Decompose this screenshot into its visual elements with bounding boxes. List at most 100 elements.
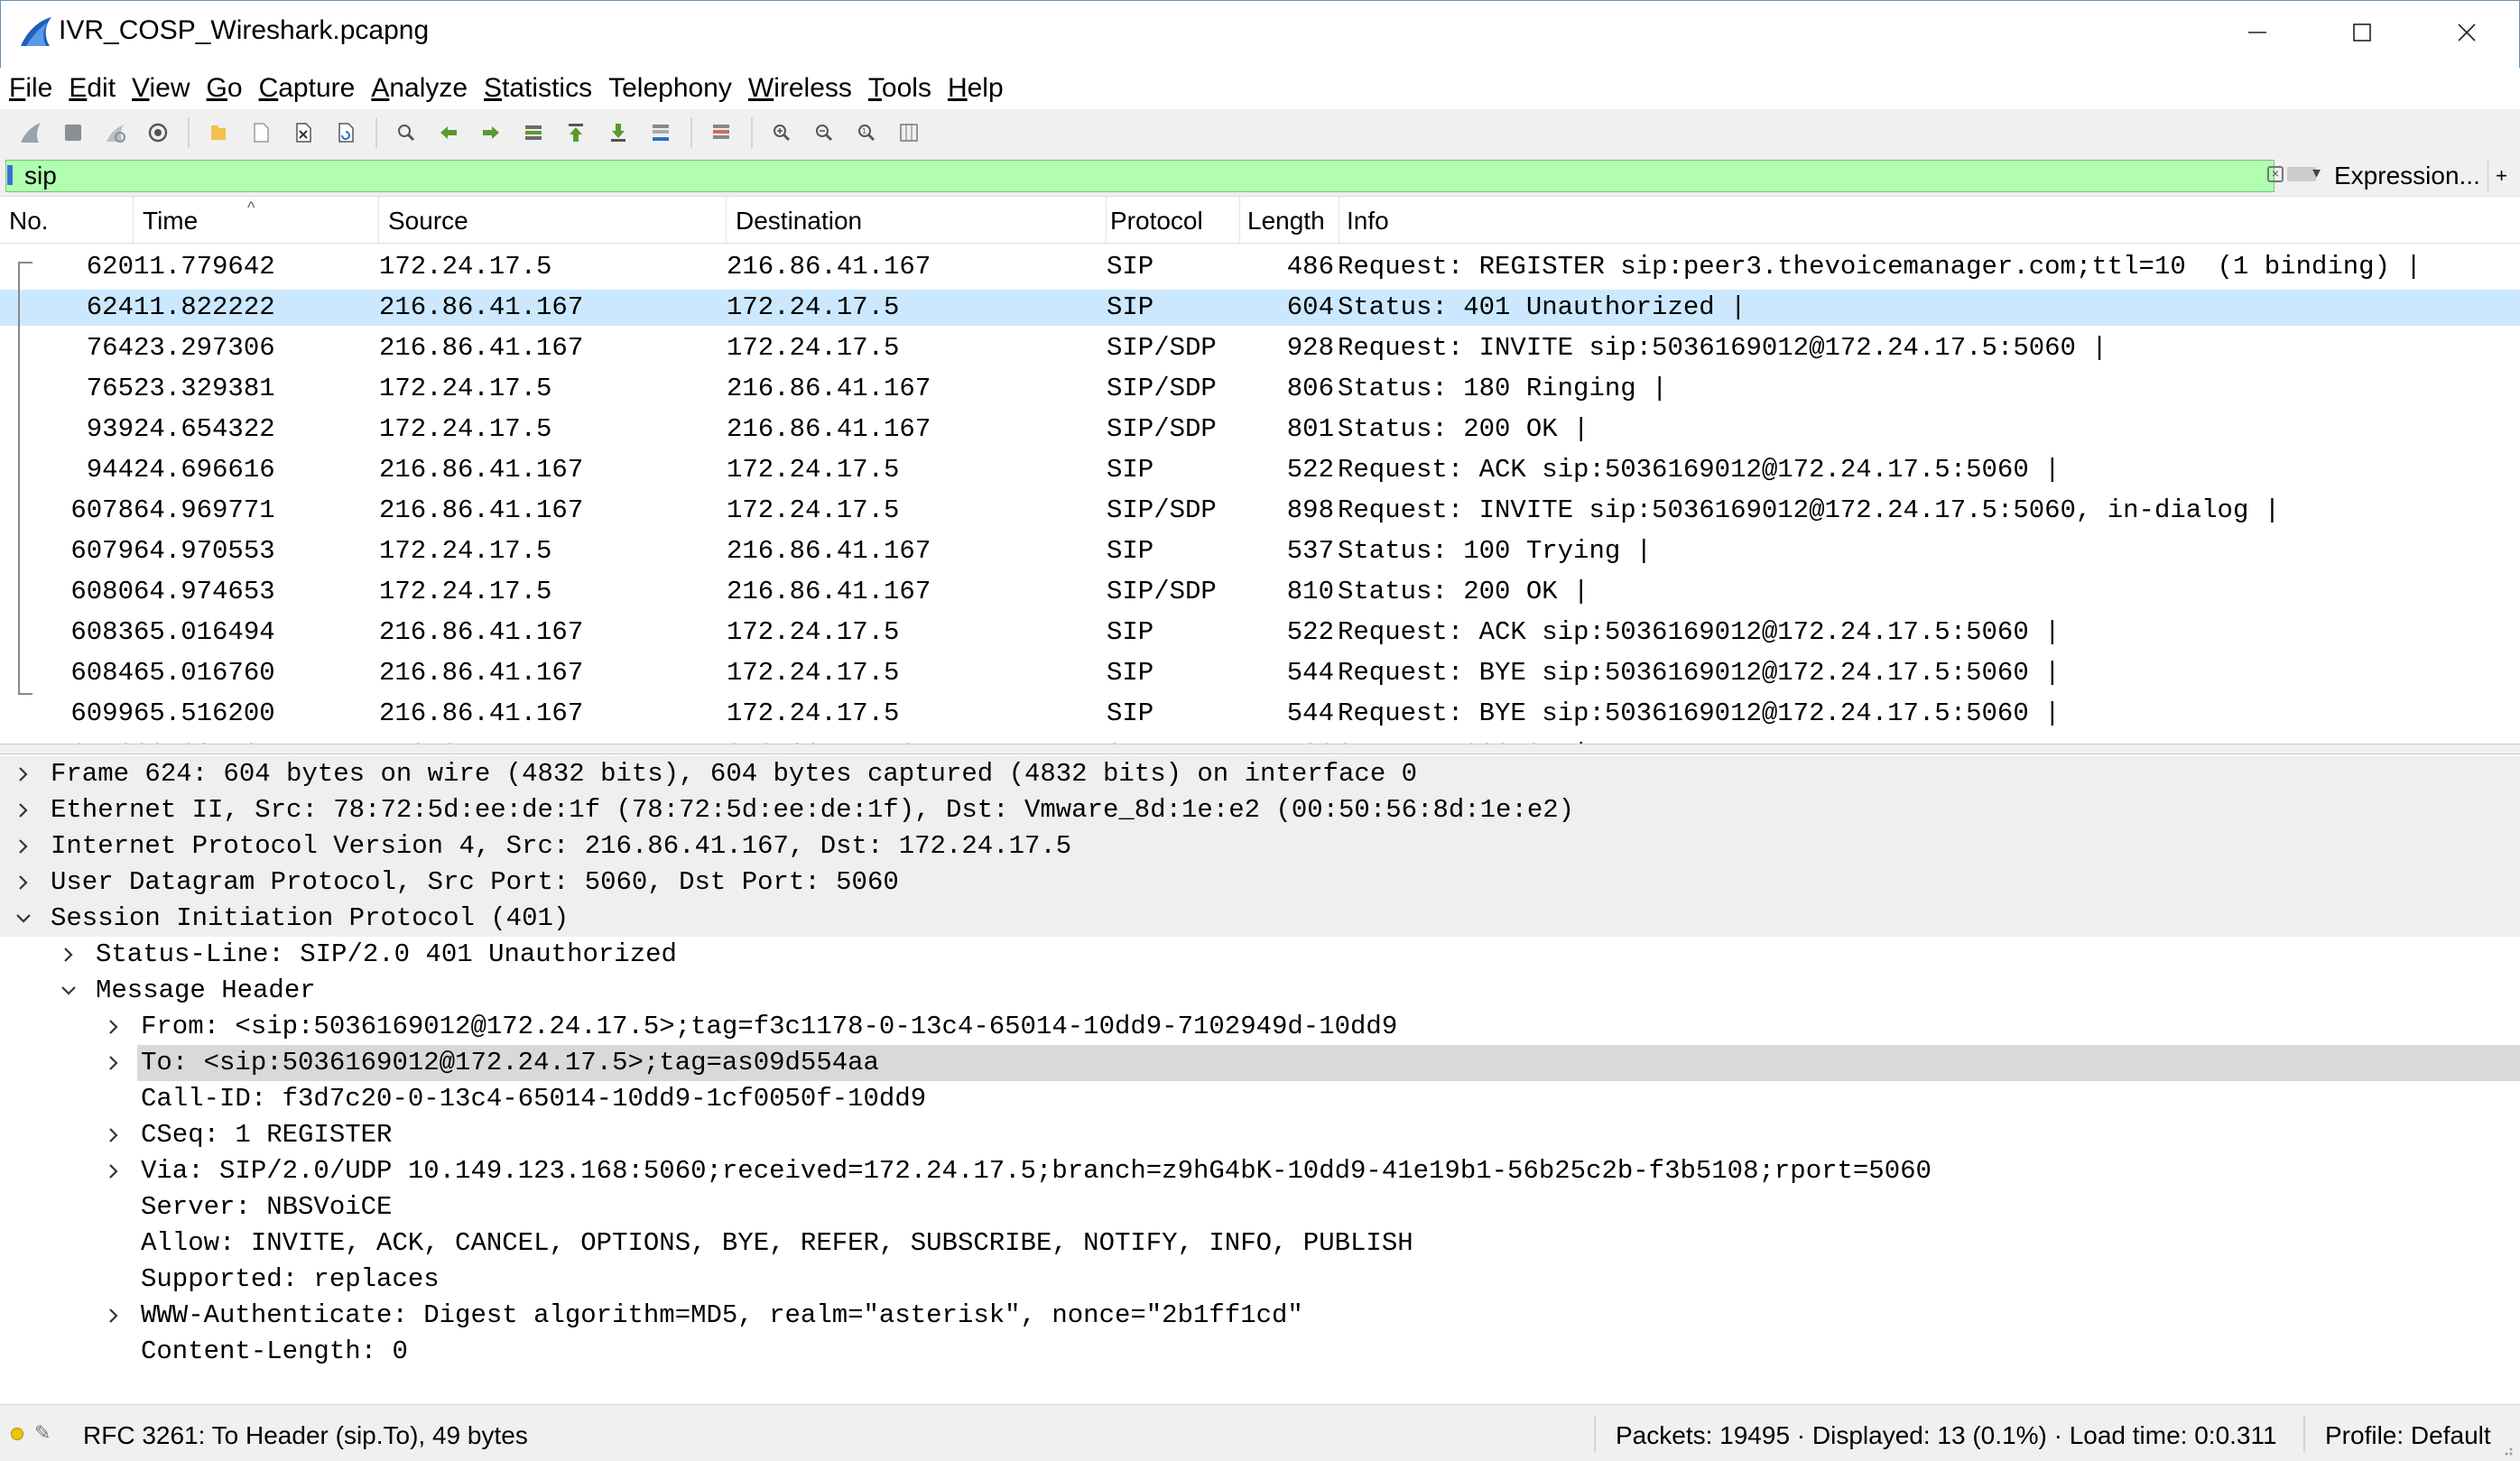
menu-tools[interactable]: Tools (868, 73, 931, 104)
save-file-button[interactable] (243, 115, 279, 151)
tree-node[interactable]: Supported: replaces (0, 1262, 2520, 1298)
profile-switcher[interactable]: Profile: Default (2325, 1421, 2491, 1450)
packet-row[interactable]: 764 23.297306 216.86.41.167 172.24.17.5 SIP/… (0, 330, 2520, 366)
packet-row[interactable]: 620 11.779642 172.24.17.5 216.86.41.167 SIP 4… (0, 249, 2520, 285)
chevron-right-icon[interactable] (105, 1054, 123, 1072)
menu-go[interactable]: Go (207, 73, 243, 104)
packet-row[interactable]: 6083 65.016494 216.86.41.167 172.24.17.5 SIP… (0, 615, 2520, 651)
zoom-normal-button[interactable]: 1 (848, 115, 885, 151)
pane-splitter[interactable] (0, 744, 2520, 754)
column-header-protocol[interactable]: Protocol (1101, 197, 1240, 244)
stop-capture-button[interactable] (55, 115, 91, 151)
tree-node[interactable]: Status-Line: SIP/2.0 401 Unauthorized (0, 937, 2520, 973)
capture-comment-icon[interactable]: ✎ (34, 1421, 51, 1445)
chevron-right-icon[interactable] (14, 874, 32, 892)
packet-row[interactable]: 6084 65.016760 216.86.41.167 172.24.17.5 SIP… (0, 655, 2520, 691)
resize-grip-icon[interactable] (2498, 1441, 2515, 1457)
add-filter-button[interactable]: + (2488, 160, 2515, 192)
column-header-source[interactable]: Source (379, 197, 727, 244)
tree-node[interactable]: From: <sip:5036169012@172.24.17.5>;tag=f… (0, 1009, 2520, 1045)
chevron-down-icon[interactable] (60, 982, 78, 1000)
colorize-button[interactable] (703, 115, 739, 151)
packet-row[interactable]: 939 24.654322 172.24.17.5 216.86.41.167 SIP/… (0, 411, 2520, 448)
open-file-button[interactable] (200, 115, 236, 151)
go-first-button[interactable] (558, 115, 594, 151)
packet-cell-len: 486 (1286, 252, 1334, 282)
maximize-button[interactable] (2310, 1, 2414, 64)
menu-file[interactable]: File (9, 73, 52, 104)
go-back-button[interactable] (431, 115, 467, 151)
tree-node[interactable]: Content-Length: 0 (0, 1334, 2520, 1370)
clear-filter-icon[interactable]: × (2267, 166, 2284, 182)
menu-statistics[interactable]: Statistics (484, 73, 592, 104)
tree-node[interactable]: Server: NBSVoiCE (0, 1189, 2520, 1225)
filter-bookmark-icon[interactable] (7, 165, 13, 185)
chevron-right-icon[interactable] (105, 1162, 123, 1180)
display-filter-input[interactable]: sip (5, 160, 2274, 192)
menu-analyze[interactable]: Analyze (371, 73, 468, 104)
start-capture-button[interactable] (13, 115, 49, 151)
menu-telephony[interactable]: Telephony (608, 73, 732, 104)
packet-row[interactable]: 765 23.329381 172.24.17.5 216.86.41.167 SIP/… (0, 371, 2520, 407)
menu-edit[interactable]: Edit (69, 73, 116, 104)
close-file-button[interactable] (285, 115, 321, 151)
toolbar-separator (751, 117, 753, 148)
tree-node[interactable]: Call-ID: f3d7c20-0-13c4-65014-10dd9-1cf0… (0, 1081, 2520, 1117)
column-header-info[interactable]: Info (1338, 197, 2520, 244)
tree-node[interactable]: Via: SIP/2.0/UDP 10.149.123.168:5060;rec… (0, 1153, 2520, 1189)
chevron-right-icon[interactable] (105, 1018, 123, 1036)
packet-row[interactable]: 6078 64.969771 216.86.41.167 172.24.17.5 SIP… (0, 493, 2520, 529)
close-button[interactable] (2414, 1, 2519, 64)
chevron-right-icon[interactable] (14, 837, 32, 855)
menu-wireless[interactable]: Wireless (748, 73, 852, 104)
tree-node[interactable]: Session Initiation Protocol (401) (0, 901, 2520, 937)
packet-row[interactable]: 944 24.696616 216.86.41.167 172.24.17.5 SIP 5… (0, 452, 2520, 488)
toolbar-separator (375, 117, 377, 148)
chevron-down-icon[interactable] (14, 910, 32, 928)
chevron-right-icon[interactable] (105, 1126, 123, 1144)
column-header-no[interactable]: No. (0, 197, 134, 244)
capture-options-button[interactable] (140, 115, 176, 151)
resize-columns-button[interactable] (891, 115, 927, 151)
go-last-button[interactable] (600, 115, 636, 151)
column-header-length[interactable]: Length (1238, 197, 1339, 244)
tree-node[interactable]: CSeq: 1 REGISTER (0, 1117, 2520, 1153)
autoscroll-button[interactable] (643, 115, 679, 151)
chevron-right-icon[interactable] (60, 946, 78, 964)
tree-node[interactable]: Allow: INVITE, ACK, CANCEL, OPTIONS, BYE… (0, 1225, 2520, 1262)
menu-view[interactable]: View (132, 73, 190, 104)
zoom-out-button[interactable] (806, 115, 842, 151)
column-header-time[interactable]: Time (134, 197, 379, 244)
go-to-packet-button[interactable] (515, 115, 551, 151)
resize-columns-icon (900, 124, 918, 142)
menu-capture[interactable]: Capture (259, 73, 356, 104)
chevron-right-icon[interactable] (14, 801, 32, 819)
tree-node[interactable]: Frame 624: 604 bytes on wire (4832 bits)… (0, 756, 2520, 792)
packet-row[interactable]: 6080 64.974653 172.24.17.5 216.86.41.167 SIP… (0, 574, 2520, 610)
tree-node[interactable]: User Datagram Protocol, Src Port: 5060, … (0, 865, 2520, 901)
zoom-in-button[interactable] (764, 115, 800, 151)
sort-ascending-icon: ^ (247, 199, 255, 217)
expression-button[interactable]: Expression... (2323, 160, 2489, 192)
tree-node[interactable]: Ethernet II, Src: 78:72:5d:ee:de:1f (78:… (0, 792, 2520, 828)
chevron-right-icon[interactable] (14, 765, 32, 783)
minimize-button[interactable] (2205, 1, 2310, 64)
expert-info-icon[interactable] (11, 1428, 23, 1440)
tree-node[interactable]: WWW-Authenticate: Digest algorithm=MD5, … (0, 1298, 2520, 1334)
packet-row[interactable]: 6079 64.970553 172.24.17.5 216.86.41.167 SIP… (0, 533, 2520, 569)
tree-node[interactable]: Internet Protocol Version 4, Src: 216.86… (0, 828, 2520, 865)
restart-capture-button[interactable] (97, 115, 134, 151)
filter-history-dropdown-icon[interactable]: ▾ (2312, 163, 2321, 182)
go-forward-button[interactable] (473, 115, 509, 151)
tree-node[interactable]: To: <sip:5036169012@172.24.17.5>;tag=as0… (109, 1045, 2520, 1081)
menu-help[interactable]: Help (948, 73, 1004, 104)
column-header-destination[interactable]: Destination (727, 197, 1107, 244)
chevron-right-icon[interactable] (105, 1307, 123, 1325)
packet-row[interactable]: 624 11.822222 216.86.41.167 172.24.17.5 SIP 6… (0, 290, 2520, 326)
find-packet-button[interactable] (388, 115, 424, 151)
packet-cell-dst: 216.86.41.167 (727, 577, 931, 606)
reload-file-button[interactable] (328, 115, 364, 151)
tree-node[interactable]: Message Header (0, 973, 2520, 1009)
packet-row[interactable]: 6099 65.516200 216.86.41.167 172.24.17.5 SIP… (0, 696, 2520, 732)
packet-cell-time: 11.779642 (134, 252, 275, 282)
